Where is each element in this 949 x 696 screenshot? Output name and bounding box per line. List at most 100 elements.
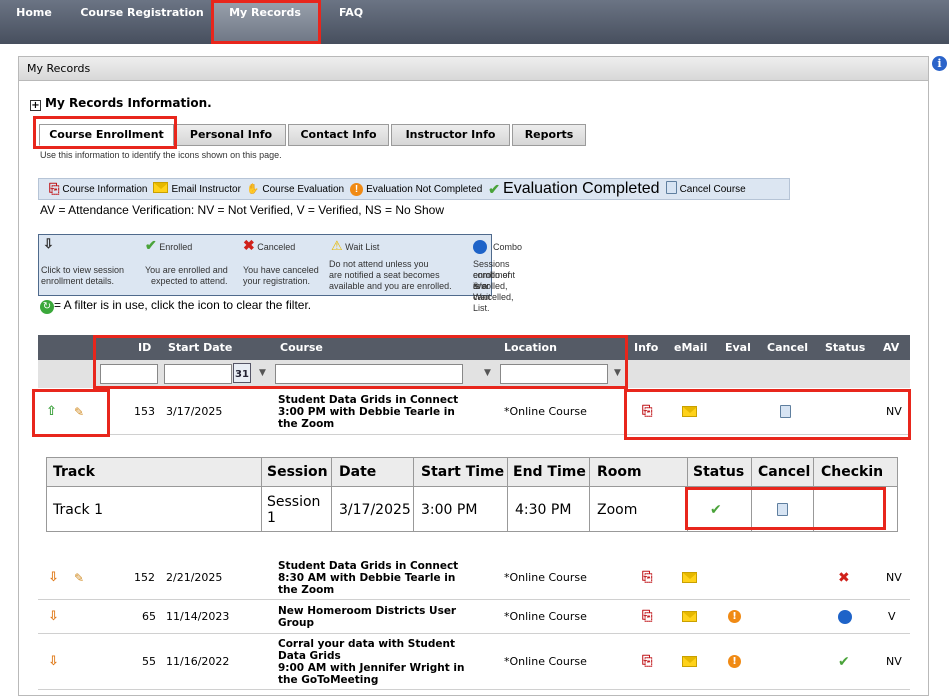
combo-dot-icon xyxy=(473,240,487,257)
row-course: Corral your data with Student Data Grids 9… xyxy=(278,638,465,686)
cancel-icon[interactable] xyxy=(777,487,788,532)
row-location: *Online Course xyxy=(504,405,587,418)
col-av: AV xyxy=(883,341,900,354)
email-icon xyxy=(153,182,169,196)
av-legend: AV = Attendance Verification: NV = Not V… xyxy=(40,203,445,217)
section-title[interactable]: + My Records Information. xyxy=(30,96,212,111)
key-wait-desc-3: available and you are enrolled. xyxy=(329,281,452,291)
pdf-icon: ⎘ xyxy=(49,181,60,196)
nav-home[interactable]: Home xyxy=(0,0,68,44)
calendar-icon[interactable]: 31 xyxy=(233,363,251,383)
sess-col-end: End Time xyxy=(513,464,586,480)
sess-room: Zoom xyxy=(597,501,638,518)
pdf-icon[interactable]: ⎘ xyxy=(642,634,652,689)
pdf-icon[interactable]: ⎘ xyxy=(642,389,652,434)
row-id: 65 xyxy=(142,610,156,623)
arrow-down-icon[interactable]: ⇩ xyxy=(48,556,59,599)
row-id: 152 xyxy=(134,571,155,584)
sess-col-date: Date xyxy=(339,464,377,480)
col-location[interactable]: Location xyxy=(504,335,557,360)
filter-icon[interactable]: ▼ xyxy=(614,368,621,378)
row-course: Student Data Grids in Connect 3:00 PM wit… xyxy=(278,393,459,430)
key-enrolled: ✔ Enrolled xyxy=(145,237,193,253)
sess-col-status: Status xyxy=(693,464,745,480)
pdf-icon[interactable]: ⎘ xyxy=(642,556,652,599)
sessions-table: Track Session Date Start Time End Time R… xyxy=(46,457,898,532)
top-nav: Home Course Registration My Records FAQ xyxy=(0,0,949,44)
session-details: Track Session Date Start Time End Time R… xyxy=(38,446,910,548)
row-date: 11/16/2022 xyxy=(166,655,230,668)
col-status: Status xyxy=(825,341,866,354)
key-combo-desc-3: &/or Wait List. xyxy=(473,281,491,313)
filter-note: ↻ = A filter is in use, click the icon to… xyxy=(40,298,311,314)
arrow-up-icon[interactable]: ⇧ xyxy=(46,389,57,434)
row-course: New Homeroom Districts User Group xyxy=(278,604,457,629)
table-row: ⇩ 65 11/14/2023 New Homeroom Districts U… xyxy=(38,600,910,634)
date-filter-input[interactable] xyxy=(164,364,232,384)
key-canceled-desc-2: your registration. xyxy=(243,276,311,286)
col-course[interactable]: Course xyxy=(280,335,323,360)
col-start-date[interactable]: Start Date xyxy=(168,335,232,360)
row-course: Student Data Grids in Connect 8:30 AM wit… xyxy=(278,559,459,596)
col-cancel: Cancel xyxy=(767,341,809,354)
id-filter-input[interactable] xyxy=(100,364,158,384)
key-enrolled-desc-2: expected to attend. xyxy=(151,276,228,286)
tab-course-enrollment[interactable]: Course Enrollment xyxy=(39,124,174,146)
tab-personal-info[interactable]: Personal Info xyxy=(176,124,286,146)
eval-warning-icon[interactable]: ! xyxy=(728,634,741,689)
pdf-icon[interactable]: ⎘ xyxy=(642,600,652,633)
email-icon[interactable] xyxy=(682,634,697,689)
col-info: Info xyxy=(634,341,659,354)
row-date: 11/14/2023 xyxy=(166,610,230,623)
combo-dot-icon xyxy=(838,600,852,633)
row-av: V xyxy=(888,610,896,623)
course-filter-input[interactable] xyxy=(275,364,463,384)
table-row: ⇧ ✎ 153 3/17/2025 Student Data Grids in … xyxy=(38,389,910,435)
table-row: ⇩ 55 11/16/2022 Corral your data with St… xyxy=(38,634,910,690)
key-wait-list: ⚠ Wait List xyxy=(331,238,380,253)
arrow-down-icon: ⇩ xyxy=(43,236,54,251)
table-row: ⇩ ✎ 152 2/21/2025 Student Data Grids in … xyxy=(38,556,910,600)
sess-col-track: Track xyxy=(53,464,95,480)
nav-my-records[interactable]: My Records xyxy=(212,0,318,44)
tab-reports[interactable]: Reports xyxy=(512,124,586,146)
eval-completed-icon: ✔ xyxy=(488,180,501,197)
email-icon[interactable] xyxy=(682,556,697,599)
sess-col-cancel: Cancel xyxy=(758,464,811,480)
key-enrolled-desc-1: You are enrolled and xyxy=(145,265,228,275)
key-canceled: ✖ Canceled xyxy=(243,237,296,253)
col-eval: Eval xyxy=(725,341,751,354)
clear-filter-icon[interactable]: ↻ xyxy=(40,300,54,314)
tab-contact-info[interactable]: Contact Info xyxy=(288,124,389,146)
info-icon[interactable]: i xyxy=(932,56,947,71)
sessions-header: Track Session Date Start Time End Time R… xyxy=(47,458,897,487)
key-click-desc-2: enrollment details. xyxy=(41,276,115,286)
eval-warning-icon[interactable]: ! xyxy=(728,600,741,633)
filter-row: 31 ▼ ▼ ▼ xyxy=(38,360,910,388)
status-key: ⇩ ✔ Enrolled ✖ Canceled ⚠ Wait List Comb… xyxy=(38,234,522,313)
email-icon[interactable] xyxy=(682,600,697,633)
nav-faq[interactable]: FAQ xyxy=(322,0,380,44)
cancel-icon[interactable] xyxy=(780,389,791,434)
cancel-course-icon xyxy=(665,181,677,197)
filter-icon[interactable]: ▼ xyxy=(259,368,266,378)
sess-session: Session 1 xyxy=(267,493,321,526)
pencil-icon[interactable]: ✎ xyxy=(74,556,84,599)
arrow-down-icon[interactable]: ⇩ xyxy=(48,600,59,633)
location-filter-input[interactable] xyxy=(500,364,608,384)
key-combo: Combo xyxy=(493,242,523,252)
tab-instructor-info[interactable]: Instructor Info xyxy=(391,124,510,146)
filter-icon[interactable]: ▼ xyxy=(484,368,491,378)
key-click-desc-1: Click to view session xyxy=(41,265,125,275)
sess-start: 3:00 PM xyxy=(421,501,478,518)
email-icon[interactable] xyxy=(682,389,697,434)
pencil-icon[interactable]: ✎ xyxy=(74,389,84,434)
col-id[interactable]: ID xyxy=(138,335,151,360)
expand-icon[interactable]: + xyxy=(30,100,41,111)
row-location: *Online Course xyxy=(504,655,587,668)
arrow-down-icon[interactable]: ⇩ xyxy=(48,634,59,689)
nav-course-registration[interactable]: Course Registration xyxy=(76,0,208,44)
sess-track: Track 1 xyxy=(53,501,103,518)
row-location: *Online Course xyxy=(504,610,587,623)
sess-col-room: Room xyxy=(597,464,642,480)
